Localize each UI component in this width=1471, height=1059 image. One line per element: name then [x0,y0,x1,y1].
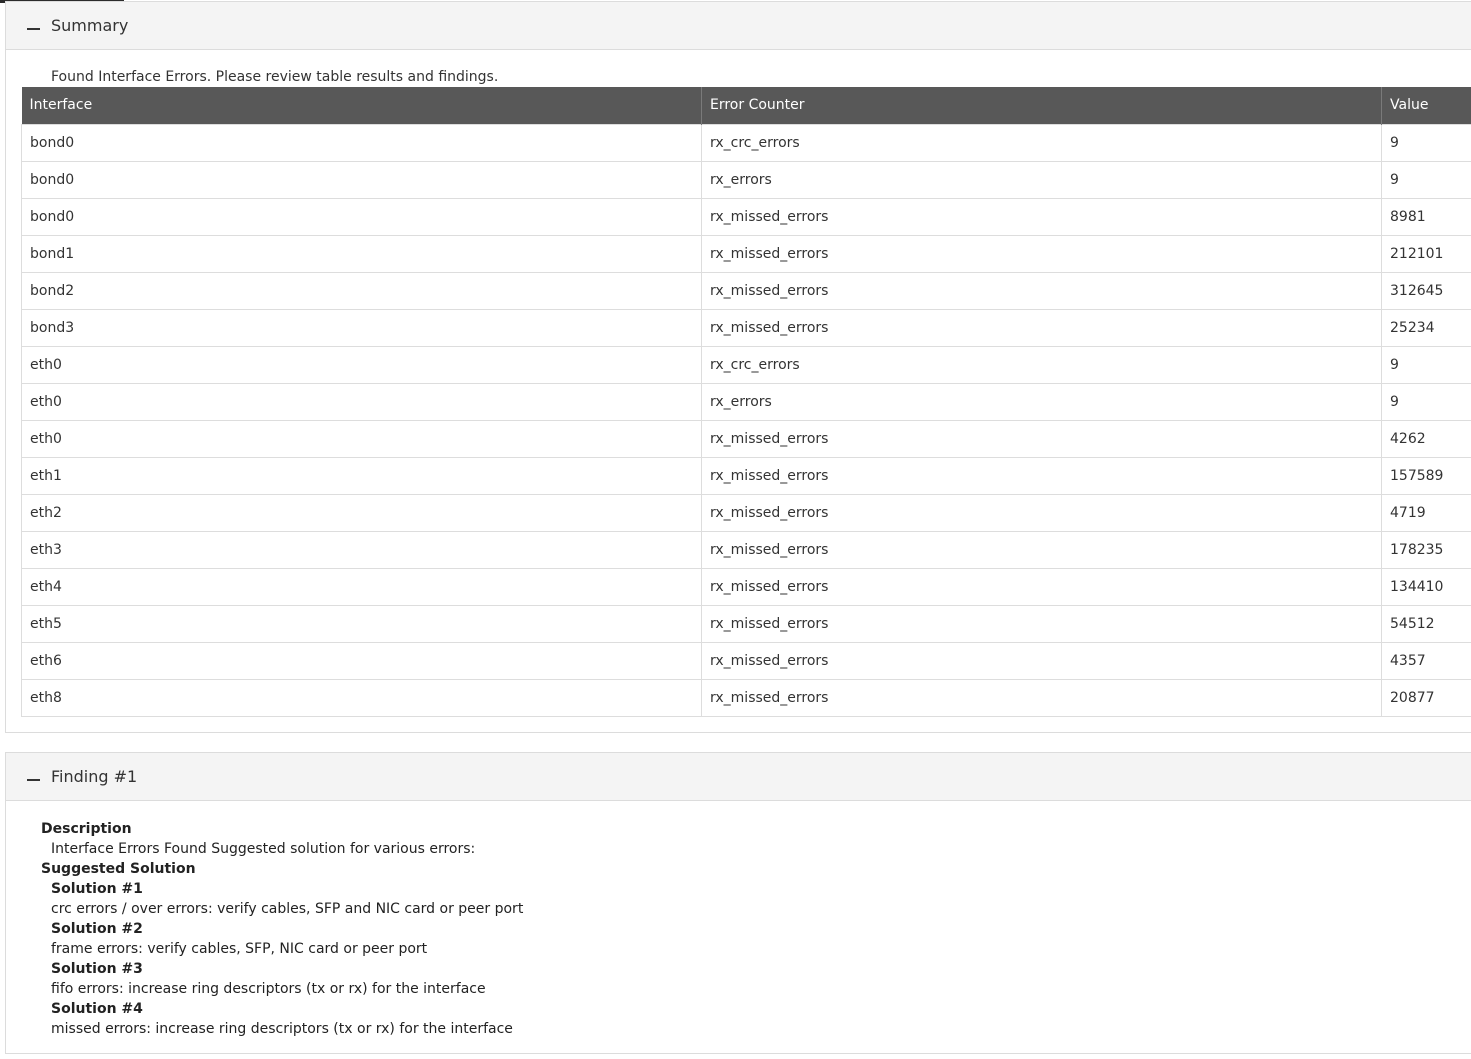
cell-value: 4357 [1381,641,1471,680]
cell-interface: eth0 [21,345,702,384]
cell-value: 9 [1381,345,1471,384]
cell-error-counter: rx_missed_errors [701,567,1382,606]
solution-text: fifo errors: increase ring descriptors (… [51,981,486,997]
finding-panel: Finding #1 Description Interface Errors … [5,752,1471,1054]
cell-value: 134410 [1381,567,1471,606]
solution-text: frame errors: verify cables, SFP, NIC ca… [51,941,428,957]
solution-label: Solution #4 [51,1001,143,1017]
cell-error-counter: rx_missed_errors [701,456,1382,495]
cell-error-counter: rx_crc_errors [701,345,1382,384]
finding-panel-title: Finding #1 [51,767,138,786]
table-row: eth5 rx_missed_errors 54512 [21,604,1471,643]
cell-error-counter: rx_missed_errors [701,678,1382,717]
table-row: bond1 rx_missed_errors 212101 [21,234,1471,273]
cell-interface: eth3 [21,530,702,569]
table-row: eth0 rx_missed_errors 4262 [21,419,1471,458]
table-header-row: Interface Error Counter Value [21,87,1471,124]
table-row: eth8 rx_missed_errors 20877 [21,678,1471,717]
cell-interface: eth6 [21,641,702,680]
column-header-value[interactable]: Value [1381,87,1471,124]
cell-interface: eth8 [21,678,702,717]
cell-error-counter: rx_missed_errors [701,308,1382,347]
cell-interface: eth0 [21,419,702,458]
cell-value: 312645 [1381,271,1471,310]
summary-message: Found Interface Errors. Please review ta… [51,69,499,85]
table-row: bond0 rx_missed_errors 8981 [21,197,1471,236]
table-row: eth4 rx_missed_errors 134410 [21,567,1471,606]
cell-interface: eth2 [21,493,702,532]
cell-interface: bond1 [21,234,702,273]
cell-interface: bond3 [21,308,702,347]
cell-error-counter: rx_crc_errors [701,123,1382,162]
collapse-minus-icon[interactable] [27,778,40,781]
cell-value: 20877 [1381,678,1471,717]
cell-error-counter: rx_errors [701,160,1382,199]
interface-errors-table: Interface Error Counter Value bond0 rx_cr… [21,87,1471,717]
table-row: bond0 rx_crc_errors 9 [21,123,1471,162]
solution-label: Solution #3 [51,961,143,977]
summary-panel-title: Summary [51,16,129,35]
summary-panel: Summary Found Interface Errors. Please r… [5,1,1471,733]
table-row: eth2 rx_missed_errors 4719 [21,493,1471,532]
column-header-interface[interactable]: Interface [21,87,702,124]
table-row: eth0 rx_errors 9 [21,382,1471,421]
column-header-error-counter[interactable]: Error Counter [701,87,1382,124]
solution-text: missed errors: increase ring descriptors… [51,1021,513,1037]
cell-interface: bond0 [21,123,702,162]
suggested-solution-label: Suggested Solution [41,861,196,877]
finding-panel-header[interactable]: Finding #1 [6,753,1471,801]
cell-interface: eth0 [21,382,702,421]
cell-interface: bond0 [21,160,702,199]
cell-value: 4719 [1381,493,1471,532]
cell-error-counter: rx_missed_errors [701,604,1382,643]
cell-value: 157589 [1381,456,1471,495]
cell-error-counter: rx_missed_errors [701,493,1382,532]
cell-interface: bond2 [21,271,702,310]
cell-interface: eth5 [21,604,702,643]
solution-label: Solution #2 [51,921,143,937]
table-body: bond0 rx_crc_errors 9 bond0 rx_errors 9 bond0 r… [21,123,1471,717]
cell-error-counter: rx_missed_errors [701,530,1382,569]
solutions-list: Solution #1 crc errors / over errors: ve… [41,879,523,1039]
table-row: bond3 rx_missed_errors 25234 [21,308,1471,347]
cell-value: 8981 [1381,197,1471,236]
finding-body: Description Interface Errors Found Sugge… [41,819,523,1039]
table-row: bond0 rx_errors 9 [21,160,1471,199]
solution-label: Solution #1 [51,881,143,897]
description-text: Interface Errors Found Suggested solutio… [51,841,476,857]
table-row: eth1 rx_missed_errors 157589 [21,456,1471,495]
solution-text: crc errors / over errors: verify cables,… [51,901,524,917]
cell-value: 9 [1381,160,1471,199]
cell-value: 25234 [1381,308,1471,347]
cell-value: 4262 [1381,419,1471,458]
cell-error-counter: rx_missed_errors [701,641,1382,680]
cell-value: 9 [1381,382,1471,421]
table-row: eth6 rx_missed_errors 4357 [21,641,1471,680]
cell-error-counter: rx_missed_errors [701,197,1382,236]
cell-error-counter: rx_missed_errors [701,271,1382,310]
cell-interface: bond0 [21,197,702,236]
collapse-minus-icon[interactable] [27,27,40,30]
cell-value: 178235 [1381,530,1471,569]
cell-error-counter: rx_errors [701,382,1382,421]
cell-value: 54512 [1381,604,1471,643]
cell-value: 212101 [1381,234,1471,273]
table-row: eth3 rx_missed_errors 178235 [21,530,1471,569]
description-label: Description [41,821,132,837]
cell-interface: eth1 [21,456,702,495]
table-row: eth0 rx_crc_errors 9 [21,345,1471,384]
cell-error-counter: rx_missed_errors [701,419,1382,458]
cell-value: 9 [1381,123,1471,162]
table-row: bond2 rx_missed_errors 312645 [21,271,1471,310]
cell-interface: eth4 [21,567,702,606]
cell-error-counter: rx_missed_errors [701,234,1382,273]
summary-panel-header[interactable]: Summary [6,2,1471,50]
